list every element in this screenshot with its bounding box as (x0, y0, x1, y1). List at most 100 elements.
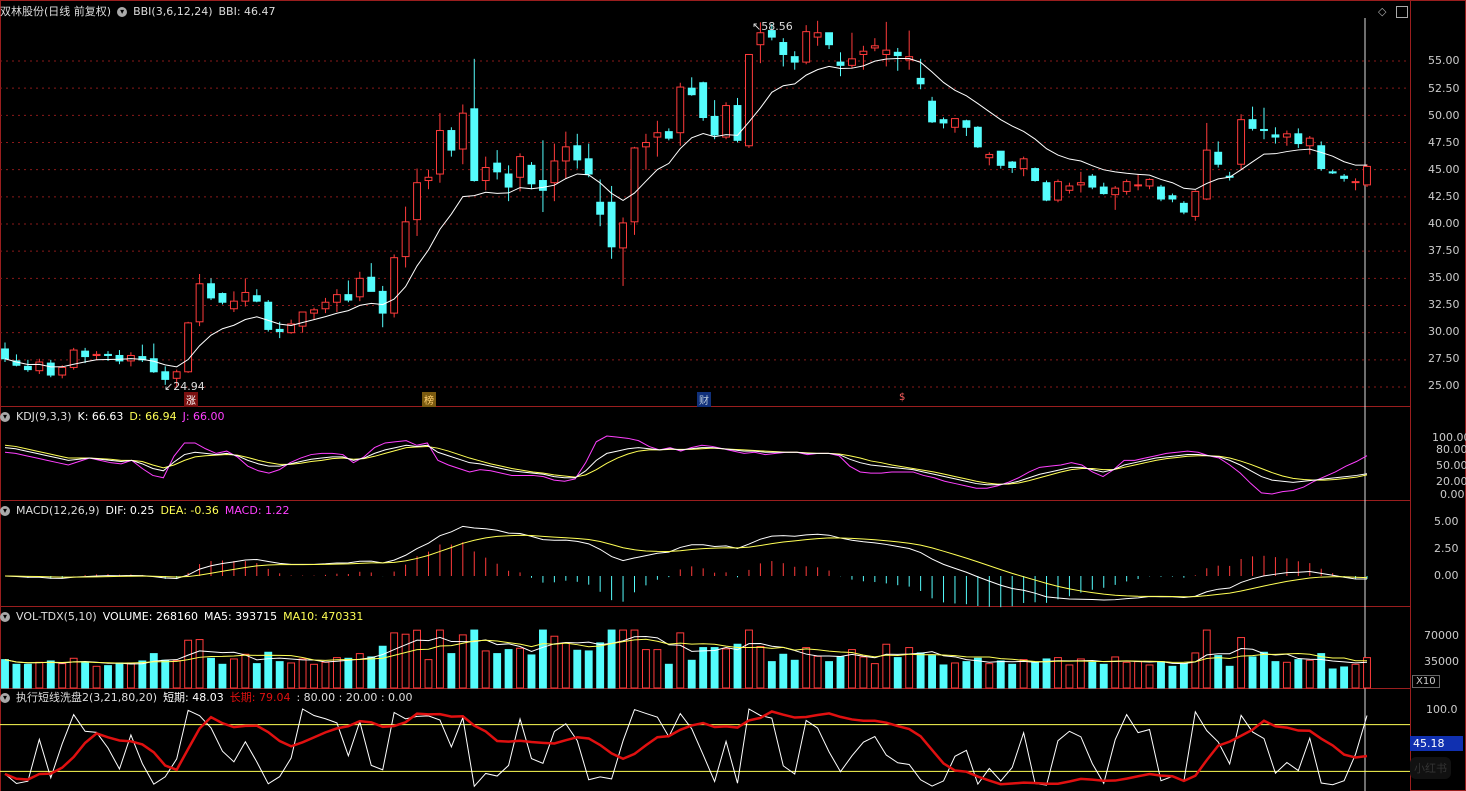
vol-header: ▾ VOL-TDX(5,10) VOLUME: 268160 MA5: 3937… (0, 609, 363, 625)
volume-bar (664, 663, 673, 689)
candle-body (1351, 181, 1360, 184)
candle-body (1031, 168, 1040, 182)
candle-body (710, 115, 719, 136)
vol-y-tick: 70000 (1424, 629, 1459, 642)
chevron-down-icon[interactable]: ▾ (0, 693, 10, 703)
volume-bar (836, 656, 845, 689)
vol-unit-box: X10 (1412, 675, 1440, 688)
candle-body (1054, 181, 1062, 201)
bbi-line (4, 58, 1368, 368)
event-badge-bang[interactable]: 榜 (422, 392, 436, 407)
volume-bar (928, 655, 937, 689)
candle-body (1076, 182, 1085, 186)
volume-bar (882, 643, 891, 689)
candle-body (470, 108, 479, 182)
volume-bar (642, 649, 650, 689)
candle-body (321, 301, 330, 310)
candle-body (1134, 184, 1143, 187)
volume-bar (1282, 661, 1291, 689)
volume-bar (195, 639, 204, 689)
volume-bar (893, 657, 902, 689)
volume-bar (1248, 656, 1257, 689)
volume-bar (115, 662, 124, 689)
chevron-down-icon[interactable]: ▾ (117, 7, 128, 17)
candle-body (46, 362, 55, 376)
vol-ma5: MA5: 393715 (203, 610, 278, 623)
volume-bar (1145, 664, 1154, 689)
macd-title[interactable]: MACD(12,26,9) (16, 503, 100, 519)
candle-body (81, 350, 90, 358)
y-tick: 50.00 (1428, 109, 1460, 122)
kdj-y-tick: 0.00 (1440, 488, 1465, 501)
candle-body (1271, 134, 1280, 138)
volume-bar (1237, 637, 1246, 689)
candle-body (275, 328, 284, 333)
stock-title[interactable]: 双林股份(日线 前复权) (0, 4, 111, 20)
y-tick: 52.50 (1428, 82, 1460, 95)
candle-body (653, 132, 662, 138)
diamond-icon[interactable]: ◇ (1378, 5, 1386, 18)
kdj-j: J: 66.00 (182, 410, 225, 423)
macd-dif-line (4, 525, 1368, 601)
candle-body (1168, 195, 1177, 200)
chevron-down-icon[interactable]: ▾ (0, 506, 10, 516)
panel5-long: 长期: 79.04 (229, 691, 291, 704)
chevron-down-icon[interactable]: ▾ (0, 612, 10, 622)
candle-body (962, 120, 971, 128)
volume-bar (607, 629, 616, 689)
candle-body (104, 353, 112, 356)
candle-body (92, 353, 101, 356)
candle-body (939, 119, 948, 124)
y-tick: 45.00 (1428, 163, 1460, 176)
candle-body (687, 87, 696, 96)
bbi-indicator-name[interactable]: BBI(3,6,12,24) (133, 4, 212, 20)
candle-body (1111, 187, 1120, 196)
volume-bar (413, 629, 421, 689)
volume-bar (619, 629, 627, 689)
candle-body (527, 164, 536, 185)
volume-bar (1088, 661, 1097, 689)
volume-bar (527, 654, 536, 689)
candle-body (619, 222, 627, 249)
volume-bar (1305, 659, 1314, 689)
candle-body (596, 201, 605, 215)
candle-body (172, 371, 181, 379)
kdj-title[interactable]: KDJ(9,3,3) (16, 409, 72, 425)
y-tick: 25.00 (1428, 379, 1460, 392)
chevron-down-icon[interactable]: ▾ (0, 412, 10, 422)
volume-bar (825, 661, 834, 689)
volume-bar (745, 629, 753, 689)
candle-body (859, 50, 868, 55)
volume-bar (813, 655, 822, 689)
y-tick: 55.00 (1428, 54, 1460, 67)
volume-bar (1351, 663, 1360, 689)
macd-y-tick: 0.00 (1434, 569, 1459, 582)
current-value-box: 45.18 (1410, 736, 1463, 751)
volume-bar (1008, 663, 1017, 689)
volume-bar (1317, 653, 1326, 689)
kdj-header: ▾ KDJ(9,3,3) K: 66.63 D: 66.94 J: 66.00 (0, 409, 225, 425)
candle-body (424, 176, 433, 182)
kdj-d: D: 66.94 (129, 410, 177, 423)
candle-body (1328, 171, 1337, 174)
vol-title[interactable]: VOL-TDX(5,10) (16, 609, 97, 625)
candle-body (1179, 202, 1188, 213)
event-badge-zhang[interactable]: 涨 (184, 392, 198, 407)
panel5-title[interactable]: 执行短线洗盘2(3,21,80,20) (16, 690, 157, 706)
window-icon[interactable] (1395, 6, 1408, 18)
candle-body (35, 361, 44, 372)
bbi-value: BBI: 46.47 (218, 5, 276, 18)
volume-bar (1214, 655, 1223, 689)
candle-body (893, 51, 902, 57)
candle-body (573, 145, 582, 161)
y-tick: 35.00 (1428, 271, 1460, 284)
event-badge-cai[interactable]: 财 (697, 392, 711, 407)
candle-body (584, 158, 593, 175)
event-badge-dollar[interactable]: $ (897, 392, 907, 403)
kdj-j-line (4, 435, 1368, 495)
candle-body (630, 147, 639, 223)
candle-body (161, 371, 170, 380)
volume-bar (287, 662, 296, 689)
volume-bar (573, 649, 582, 689)
volume-bar (126, 662, 135, 689)
